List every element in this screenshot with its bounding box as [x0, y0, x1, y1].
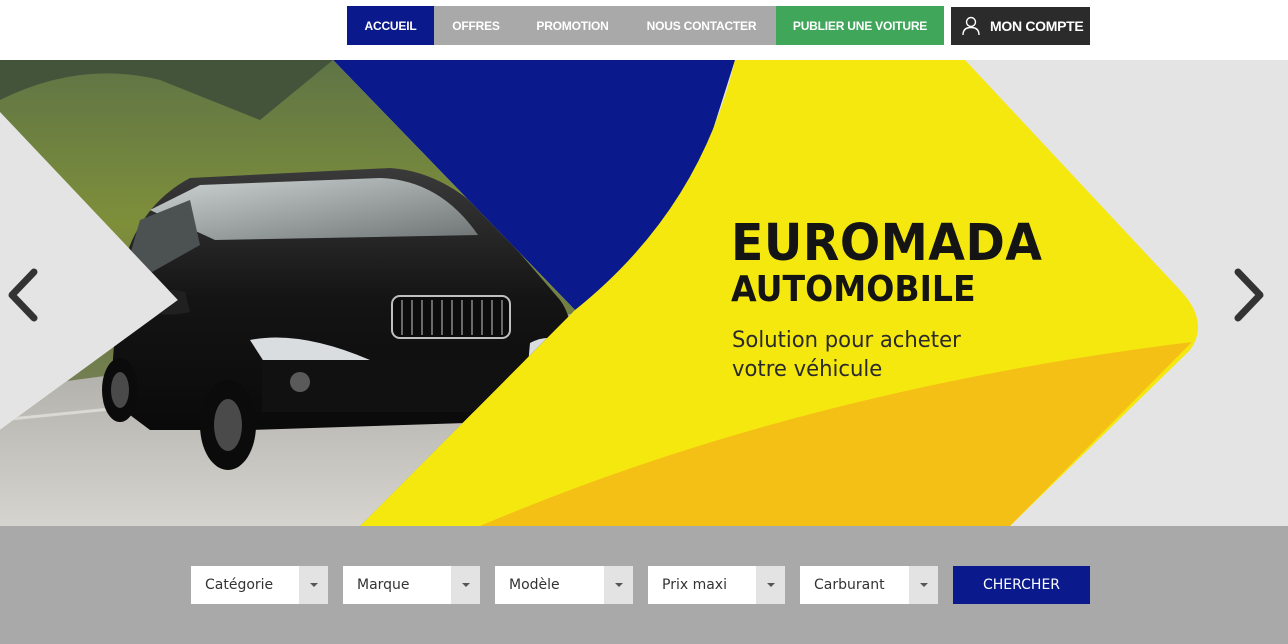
fuel-select-value: Carburant — [814, 577, 885, 593]
caret-down-icon[interactable] — [909, 566, 938, 604]
nav-item-accueil[interactable]: ACCUEIL — [347, 6, 434, 45]
hero-tagline-line1: Solution pour acheter — [732, 328, 961, 353]
max-price-select[interactable]: Prix maxi — [648, 566, 785, 604]
hero-slider: EUROMADA AUTOMOBILE Solution pour achete… — [0, 60, 1288, 526]
nav-item-offres[interactable]: OFFRES — [434, 6, 518, 45]
fuel-select[interactable]: Carburant — [800, 566, 938, 604]
max-price-select-value: Prix maxi — [662, 577, 727, 593]
account-button[interactable]: MON COMPTE — [951, 7, 1090, 45]
nav-item-contact[interactable]: NOUS CONTACTER — [627, 6, 776, 45]
nav-item-publish-car[interactable]: PUBLIER UNE VOITURE — [776, 6, 944, 45]
caret-down-icon[interactable] — [604, 566, 633, 604]
search-button[interactable]: CHERCHER — [953, 566, 1090, 604]
caret-down-icon[interactable] — [756, 566, 785, 604]
account-label: MON COMPTE — [990, 18, 1084, 34]
hero-banner-graphic — [0, 60, 1288, 526]
hero-brand-title: EUROMADA — [731, 214, 1043, 273]
category-select-value: Catégorie — [205, 577, 274, 593]
caret-down-icon[interactable] — [299, 566, 328, 604]
nav-item-promotion[interactable]: PROMOTION — [518, 6, 627, 45]
chevron-left-icon[interactable] — [2, 260, 46, 330]
category-select[interactable]: Catégorie — [191, 566, 328, 604]
brand-select-value: Marque — [357, 577, 410, 593]
user-icon — [962, 16, 980, 36]
model-select-value: Modèle — [509, 577, 560, 593]
search-bar: Catégorie Marque Modèle Prix maxi Carbur… — [0, 526, 1288, 644]
top-bar: ACCUEIL OFFRES PROMOTION NOUS CONTACTER … — [0, 0, 1288, 60]
hero-tagline: Solution pour acheter votre véhicule — [732, 326, 1020, 384]
hero-brand-subtitle: AUTOMOBILE — [731, 269, 976, 310]
caret-down-icon[interactable] — [451, 566, 480, 604]
chevron-right-icon[interactable] — [1226, 260, 1270, 330]
hero-tagline-line2: votre véhicule — [732, 357, 883, 382]
model-select[interactable]: Modèle — [495, 566, 633, 604]
main-nav: ACCUEIL OFFRES PROMOTION NOUS CONTACTER … — [347, 6, 944, 45]
brand-select[interactable]: Marque — [343, 566, 480, 604]
